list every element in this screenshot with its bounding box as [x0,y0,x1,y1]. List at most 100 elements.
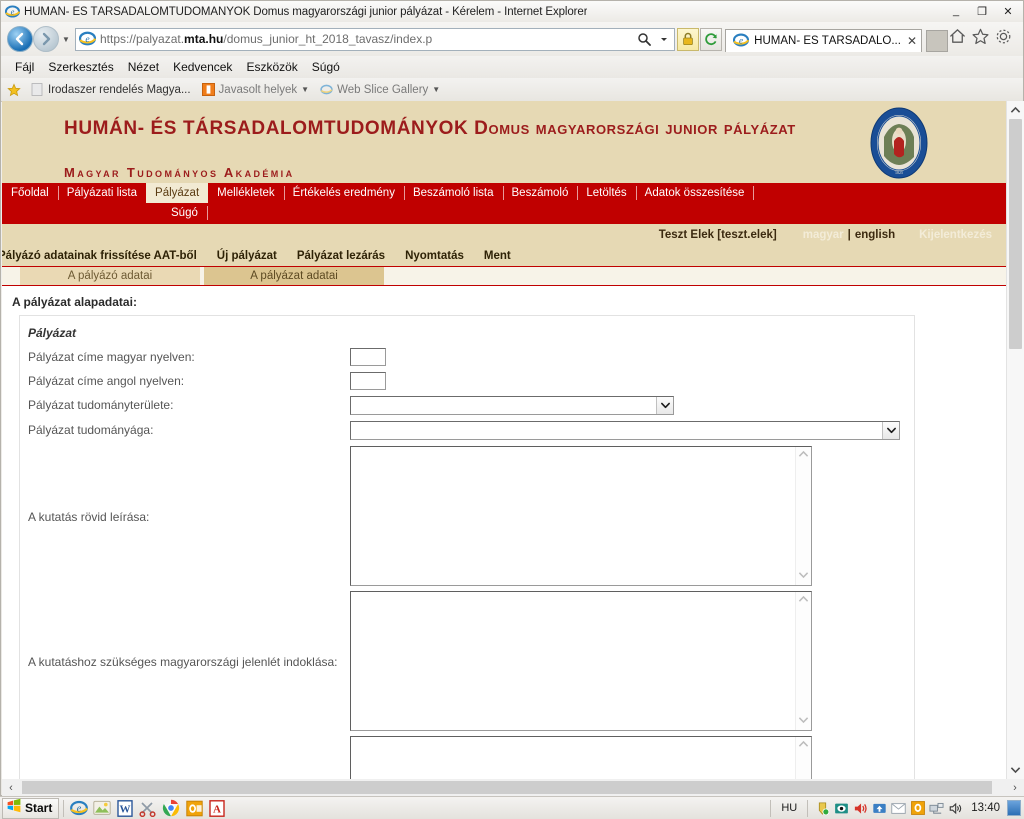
scrollbar-thumb[interactable] [1009,119,1022,349]
nav-item-fooldal[interactable]: Főoldal [2,183,58,203]
address-bar[interactable]: e https://palyazat.mta.hu/domus_junior_h… [75,27,676,51]
clock[interactable]: 13:40 [971,802,1000,814]
action-close-application[interactable]: Pályázat lezárás [297,250,385,262]
textarea-body[interactable] [351,447,795,585]
textarea-scrollbar[interactable] [795,447,811,585]
action-refresh-applicant-data[interactable]: Pályázó adatainak frissítése AAT-ből [2,250,197,262]
tab-close-icon[interactable]: ✕ [907,34,917,48]
chevron-up-icon[interactable] [798,740,809,751]
volume-icon[interactable] [852,800,869,817]
webcam-icon[interactable] [833,800,850,817]
tab-applicant-data[interactable]: A pályázó adatai [20,267,200,285]
scrollbar-thumb[interactable] [22,781,992,794]
chevron-down-icon[interactable] [656,397,673,414]
menu-fajl[interactable]: Fájl [9,58,40,76]
scroll-left-button[interactable]: ‹ [2,782,20,794]
address-text[interactable]: https://palyazat.mta.hu/domus_junior_ht_… [100,32,634,46]
scrollbar-track[interactable] [20,780,1006,795]
new-tab-button[interactable] [926,29,948,52]
field-next-textarea[interactable] [350,736,812,779]
chevron-down-icon[interactable] [798,571,809,582]
chrome-icon[interactable] [160,798,182,818]
recent-pages-dropdown-icon[interactable]: ▼ [59,35,73,44]
word-icon[interactable]: W [114,798,136,818]
favorite-item-web-slice-gallery[interactable]: Web Slice Gallery ▼ [316,82,444,97]
scroll-right-button[interactable]: › [1006,782,1024,794]
logout-link[interactable]: Kijelentkezés [919,229,992,241]
chevron-up-icon[interactable] [798,450,809,461]
network-icon[interactable] [928,800,945,817]
forward-button[interactable] [33,26,59,52]
menu-nezet[interactable]: Nézet [122,58,165,76]
update-icon[interactable] [871,800,888,817]
usb-safely-remove-icon[interactable] [814,800,831,817]
menu-szerkesztes[interactable]: Szerkesztés [42,58,119,76]
outlook-tray-icon[interactable] [909,800,926,817]
add-favorite-star-icon[interactable] [7,83,21,97]
show-desktop-icon[interactable] [1007,800,1021,816]
textarea-body[interactable] [351,737,795,779]
lock-icon[interactable] [677,27,700,51]
menu-sugo[interactable]: Súgó [306,58,346,76]
close-button[interactable]: ✕ [995,2,1021,20]
nav-item-palyazat[interactable]: Pályázat [146,183,209,203]
field-research-description-textarea[interactable] [350,446,812,586]
favorites-star-icon[interactable] [971,27,990,51]
chevron-up-icon[interactable] [798,595,809,606]
chevron-down-icon[interactable] [882,422,899,439]
chevron-down-icon[interactable] [654,29,674,50]
field-row-research-description: A kutatás rövid leírása: [20,446,914,591]
photo-viewer-icon[interactable] [91,798,113,818]
restore-button[interactable]: ❐ [969,2,995,20]
windows-taskbar: Start e W A HU 13:40 [0,796,1024,819]
nav-item-ertekeles-eredmeny[interactable]: Értékelés eredmény [283,183,404,203]
back-button[interactable] [7,26,33,52]
nav-item-palyazati-lista[interactable]: Pályázati lista [57,183,146,203]
refresh-icon[interactable] [700,27,723,51]
nav-item-beszamolo-lista[interactable]: Beszámoló lista [403,183,503,203]
action-new-application[interactable]: Új pályázat [217,250,277,262]
scroll-down-button[interactable] [1007,761,1024,779]
menu-eszkozok[interactable]: Eszközök [240,58,303,76]
lang-english-link[interactable]: english [855,229,895,241]
adobe-reader-icon[interactable]: A [206,798,228,818]
textarea-scrollbar[interactable] [795,592,811,730]
tab-application-data[interactable]: A pályázat adatai [204,267,384,285]
nav-item-sugo[interactable]: Súgó [162,203,207,223]
nav-item-beszamolo[interactable]: Beszámoló [502,183,578,203]
search-icon[interactable] [634,29,654,50]
menu-kedvencek[interactable]: Kedvencek [167,58,238,76]
mail-icon[interactable] [890,800,907,817]
nav-item-letoltes[interactable]: Letöltés [577,183,635,203]
page-horizontal-scrollbar[interactable]: ‹ › [2,779,1024,796]
speaker-icon[interactable] [947,800,964,817]
field-title-hungarian-input[interactable] [350,348,386,366]
field-presence-justification-textarea[interactable] [350,591,812,731]
home-icon[interactable] [948,27,967,51]
page-vertical-scrollbar[interactable] [1006,101,1024,779]
favorite-item-irodaszer[interactable]: Irodaszer rendelés Magya... [27,82,195,97]
textarea-body[interactable] [351,592,795,730]
chevron-down-icon[interactable]: ▼ [432,85,440,94]
action-print[interactable]: Nyomtatás [405,250,464,262]
minimize-button[interactable]: _ [943,2,969,20]
action-save[interactable]: Ment [484,250,511,262]
nav-item-adatok-osszesitese[interactable]: Adatok összesítése [635,183,754,203]
favorite-item-javasolt-helyek[interactable]: Javasolt helyek ▼ [198,82,314,97]
field-science-area-select[interactable] [350,396,674,415]
language-indicator[interactable]: HU [781,802,797,814]
start-button[interactable]: Start [2,797,60,819]
scroll-up-button[interactable] [1007,101,1024,119]
textarea-scrollbar[interactable] [795,737,811,779]
field-title-english-input[interactable] [350,372,386,390]
nav-item-mellekletek[interactable]: Mellékletek [208,183,284,203]
gear-icon[interactable] [994,27,1013,51]
snipping-tool-icon[interactable] [137,798,159,818]
lang-hungarian-link[interactable]: magyar [803,229,844,241]
outlook-icon[interactable] [183,798,205,818]
internet-explorer-icon[interactable]: e [68,798,90,818]
chevron-down-icon[interactable]: ▼ [301,85,309,94]
chevron-down-icon[interactable] [798,716,809,727]
field-science-branch-select[interactable] [350,421,900,440]
browser-tab[interactable]: e HUMÁN- ÉS TÁRSADALO... ✕ [725,28,922,52]
